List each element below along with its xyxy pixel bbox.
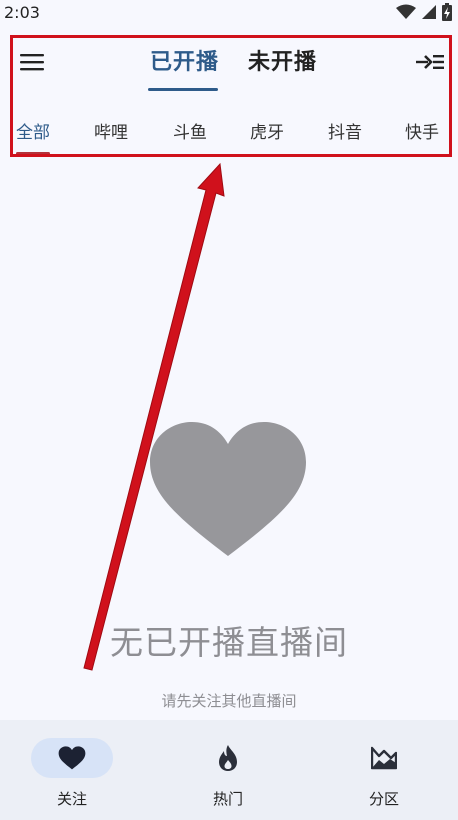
status-time: 2:03 [4, 2, 40, 22]
wifi-icon [396, 4, 416, 19]
nav-label-hot: 热门 [212, 790, 243, 808]
hamburger-menu-icon[interactable] [16, 48, 48, 76]
heart-icon [58, 746, 86, 770]
nav-icon-wrap [187, 738, 269, 778]
nav-label-follow: 关注 [56, 790, 87, 808]
battery-icon [442, 3, 452, 21]
empty-state-title: 无已开播直播间 [110, 623, 348, 662]
nav-item-hot[interactable]: 热门 [178, 738, 278, 818]
status-icons [396, 3, 452, 21]
nav-item-follow[interactable]: 关注 [22, 738, 122, 818]
platform-tab-douyu[interactable]: 斗鱼 [173, 118, 207, 143]
nav-label-category: 分区 [368, 790, 399, 808]
tab-offline[interactable]: 未开播 [248, 44, 317, 76]
platform-indicator [16, 152, 50, 155]
platform-tab-huya[interactable]: 虎牙 [250, 118, 284, 143]
platform-tab-bilibili[interactable]: 哔哩 [94, 118, 128, 143]
status-bar: 2:03 [0, 0, 458, 24]
top-header: 已开播 未开播 [0, 36, 458, 98]
landscape-icon [371, 746, 397, 770]
nav-icon-wrap [343, 738, 425, 778]
flame-icon [219, 745, 237, 771]
heart-icon [150, 422, 306, 556]
tab-live[interactable]: 已开播 [150, 44, 219, 76]
platform-filter-row: 全部 哔哩 斗鱼 虎牙 抖音 快手 [0, 106, 458, 155]
tab-indicator [148, 88, 218, 91]
platform-tab-douyin[interactable]: 抖音 [328, 118, 362, 143]
signal-icon [422, 5, 436, 19]
platform-tab-all[interactable]: 全部 [16, 118, 50, 143]
nav-active-pill [31, 738, 113, 778]
empty-state-subtitle: 请先关注其他直播间 [161, 692, 297, 710]
platform-tab-kuaishou[interactable]: 快手 [405, 118, 439, 143]
arrow-to-list-icon[interactable] [414, 48, 446, 76]
bottom-navigation: 关注 热门 分区 [0, 720, 458, 820]
nav-item-category[interactable]: 分区 [334, 738, 434, 818]
